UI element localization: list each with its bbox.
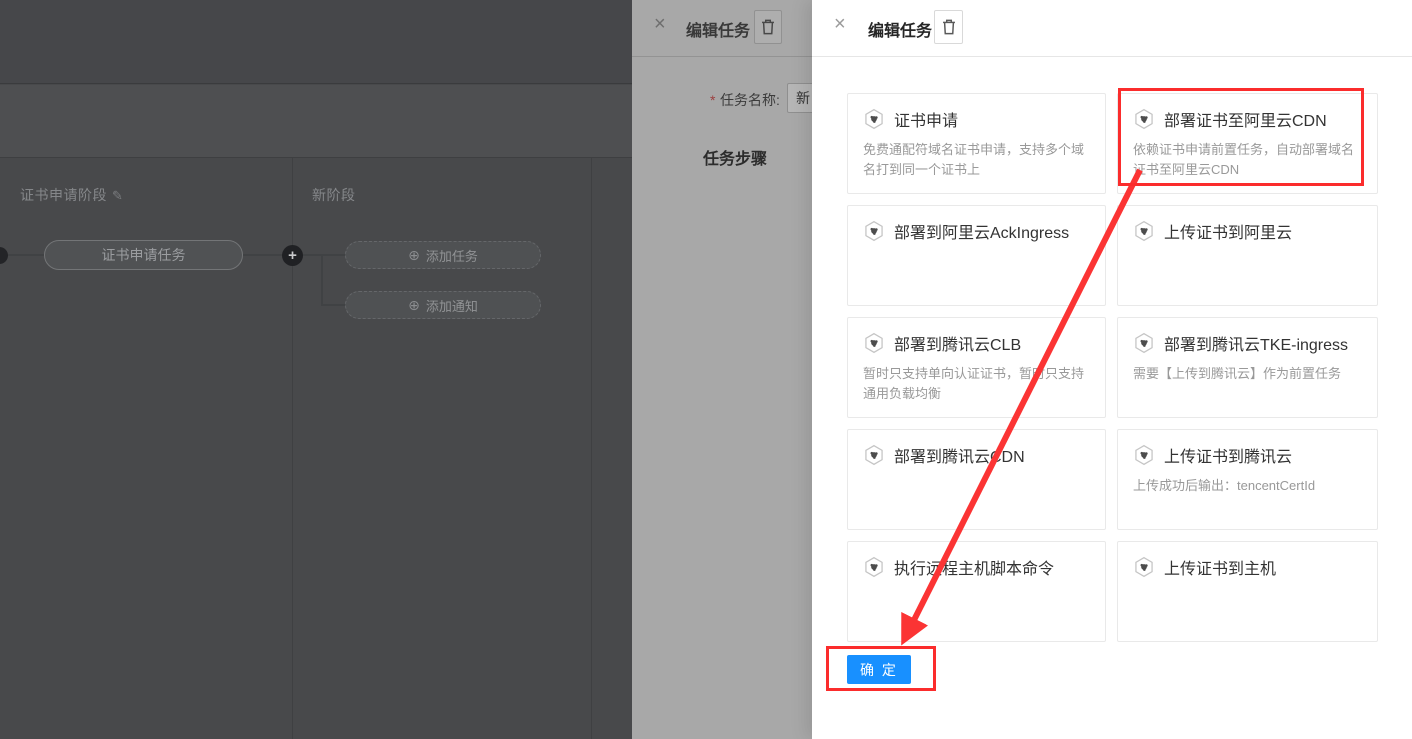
- stage-title-text: 证书申请阶段: [20, 187, 107, 203]
- task-card-desc: 上传成功后输出：tencentCertId: [1133, 476, 1362, 496]
- task-card-desc: 需要【上传到腾讯云】作为前置任务: [1133, 364, 1362, 384]
- plus-icon: +: [288, 248, 297, 263]
- task-card-title: 证书申请: [894, 107, 958, 131]
- add-notify-label: 添加通知: [426, 296, 478, 315]
- task-plugin-icon: [1133, 220, 1155, 242]
- task-plugin-icon: [1133, 556, 1155, 578]
- close-icon[interactable]: ×: [654, 13, 666, 36]
- workflow-canvas: 证书申请阶段 ✎ 新阶段 证书申请任务 + ⊕ 添加任务 ⊕ 添加通知: [0, 0, 632, 739]
- task-card-title: 部署到阿里云AckIngress: [894, 219, 1069, 243]
- task-card-deploy-aliyun-cdn[interactable]: 部署证书至阿里云CDN 依赖证书申请前置任务，自动部署域名证书至阿里云CDN: [1117, 93, 1378, 194]
- task-card-tencent-cdn[interactable]: 部署到腾讯云CDN: [847, 429, 1106, 530]
- page-toolbar-band: [0, 85, 632, 158]
- close-icon[interactable]: ×: [834, 13, 846, 36]
- task-card-ack-ingress[interactable]: 部署到阿里云AckIngress: [847, 205, 1106, 306]
- task-plugin-icon: [1133, 444, 1155, 466]
- task-card-title: 部署到腾讯云TKE-ingress: [1164, 331, 1348, 355]
- screen: 证书申请阶段 ✎ 新阶段 证书申请任务 + ⊕ 添加任务 ⊕ 添加通知 × 编辑任…: [0, 0, 1412, 739]
- task-card-title: 上传证书到腾讯云: [1164, 443, 1292, 467]
- trash-icon: [757, 16, 779, 38]
- task-card-tencent-tke[interactable]: 部署到腾讯云TKE-ingress 需要【上传到腾讯云】作为前置任务: [1117, 317, 1378, 418]
- flow-connector: [243, 254, 283, 256]
- task-card-upload-tencent[interactable]: 上传证书到腾讯云 上传成功后输出：tencentCertId: [1117, 429, 1378, 530]
- required-mark: *: [710, 92, 715, 108]
- task-plugin-icon: [1133, 332, 1155, 354]
- task-plugin-icon: [863, 220, 885, 242]
- add-notify-button[interactable]: ⊕ 添加通知: [345, 291, 541, 319]
- trash-icon: [938, 16, 960, 38]
- task-name-label: 任务名称:: [720, 90, 780, 110]
- add-task-label: 添加任务: [426, 246, 478, 265]
- task-card-cert-apply[interactable]: 证书申请 免费通配符域名证书申请，支持多个域名打到同一个证书上: [847, 93, 1106, 194]
- task-card-title: 部署证书至阿里云CDN: [1164, 107, 1327, 131]
- stage-title-text: 新阶段: [312, 187, 356, 203]
- flow-connector: [303, 254, 345, 256]
- task-plugin-icon: [863, 108, 885, 130]
- flow-connector: [321, 255, 323, 305]
- task-card-upload-aliyun[interactable]: 上传证书到阿里云: [1117, 205, 1378, 306]
- task-card-title: 部署到腾讯云CLB: [894, 331, 1021, 355]
- task-card-desc: 依赖证书申请前置任务，自动部署域名证书至阿里云CDN: [1133, 140, 1362, 180]
- confirm-button[interactable]: 确 定: [847, 655, 911, 684]
- drawer-title: 编辑任务: [686, 17, 750, 41]
- task-node-label: 证书申请任务: [102, 245, 186, 265]
- stage-title: 新阶段: [312, 185, 356, 205]
- task-node-button[interactable]: 证书申请任务: [44, 240, 243, 270]
- page-header-band: [0, 0, 632, 84]
- add-node-button[interactable]: +: [282, 245, 303, 266]
- flow-connector: [321, 304, 345, 306]
- drawer-title: 编辑任务: [868, 17, 932, 41]
- task-card-title: 部署到腾讯云CDN: [894, 443, 1025, 467]
- task-card-tencent-clb[interactable]: 部署到腾讯云CLB 暂时只支持单向认证证书，暂时只支持通用负载均衡: [847, 317, 1106, 418]
- edit-pencil-icon[interactable]: ✎: [112, 188, 123, 203]
- task-card-upload-host[interactable]: 上传证书到主机: [1117, 541, 1378, 642]
- task-card-title: 上传证书到阿里云: [1164, 219, 1292, 243]
- task-steps-heading: 任务步骤: [703, 145, 767, 169]
- task-card-title: 上传证书到主机: [1164, 555, 1276, 579]
- drawer-header: × 编辑任务: [812, 0, 1412, 57]
- stage-divider: [591, 158, 592, 739]
- delete-task-button[interactable]: [754, 10, 782, 44]
- delete-task-button[interactable]: [934, 10, 963, 44]
- task-plugin-icon: [1133, 108, 1155, 130]
- edit-task-drawer: × 编辑任务 证书申请 免费通配符域名证书申请，支持多个域名打到同一个证书上 部…: [812, 0, 1412, 739]
- task-type-grid: 证书申请 免费通配符域名证书申请，支持多个域名打到同一个证书上 部署证书至阿里云…: [847, 93, 1378, 642]
- task-card-remote-script[interactable]: 执行远程主机脚本命令: [847, 541, 1106, 642]
- circle-plus-icon: ⊕: [408, 297, 420, 314]
- task-plugin-icon: [863, 556, 885, 578]
- task-plugin-icon: [863, 444, 885, 466]
- add-task-button[interactable]: ⊕ 添加任务: [345, 241, 541, 269]
- circle-plus-icon: ⊕: [408, 247, 420, 264]
- stage-title: 证书申请阶段 ✎: [20, 185, 123, 205]
- flow-connector: [8, 254, 44, 256]
- task-plugin-icon: [863, 332, 885, 354]
- task-card-desc: 暂时只支持单向认证证书，暂时只支持通用负载均衡: [863, 364, 1090, 404]
- task-card-title: 执行远程主机脚本命令: [894, 555, 1054, 579]
- flow-start-node: [0, 247, 8, 264]
- task-card-desc: 免费通配符域名证书申请，支持多个域名打到同一个证书上: [863, 140, 1090, 180]
